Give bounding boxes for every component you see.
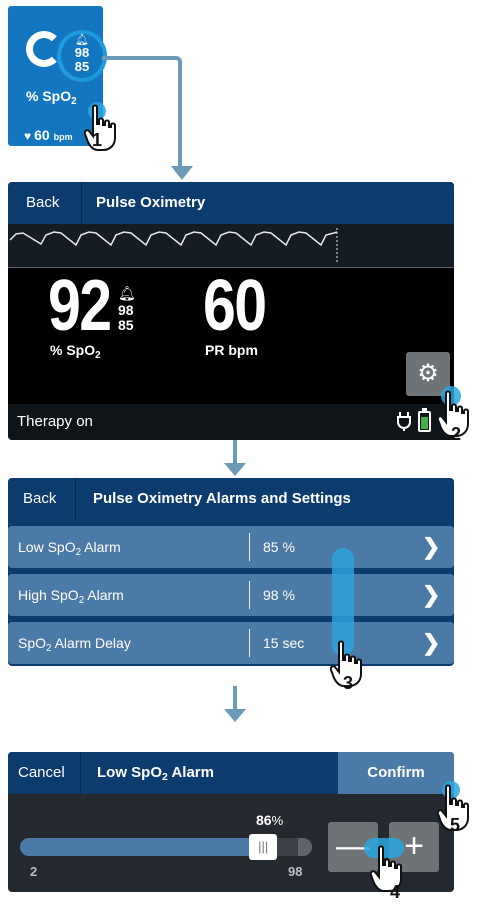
heart-icon: ♥ (24, 129, 32, 143)
battery-level-fill (421, 417, 428, 429)
flow-arrow (224, 686, 246, 722)
alarm-high-value: 98 (74, 45, 90, 60)
pulse-rate-value: 60 (34, 127, 50, 143)
page-title: Pulse Oximetry (96, 194, 206, 211)
page-title: Low SpO2 Alarm (97, 764, 214, 783)
pulse-rate-unit: bpm (53, 132, 73, 142)
bell-icon: 🔔︎ (118, 285, 136, 301)
waveform-trace (9, 228, 338, 264)
step-number: 1 (92, 130, 103, 150)
alarms-settings-screen: Back Pulse Oximetry Alarms and Settings … (8, 478, 454, 666)
page-title: Pulse Oximetry Alarms and Settings (93, 490, 351, 507)
header-divider (81, 182, 82, 224)
pulse-rate-unit: PR bpm (205, 342, 258, 358)
slider-thumb-handle[interactable]: ||| (249, 834, 278, 860)
row-divider (249, 581, 250, 609)
pulse-rate-value: 60 (203, 266, 267, 346)
alarm-low-value: 85 (74, 59, 90, 74)
flow-arrow-head (171, 166, 193, 180)
status-bar: Therapy on (8, 404, 454, 440)
row-value: 98 % (263, 587, 295, 603)
step-number: 4 (390, 882, 401, 902)
alarm-limits-badge: 🔔︎ 98 85 (57, 30, 107, 82)
pulse-rate-readout: ♥ 60 bpm (24, 127, 73, 143)
chevron-right-icon: ❯ (422, 582, 441, 607)
pleth-waveform (8, 224, 454, 268)
cancel-button[interactable]: Cancel (18, 752, 65, 794)
gear-icon: ⚙ (417, 360, 439, 387)
therapy-status: Therapy on (17, 413, 93, 430)
step-number: 2 (451, 424, 462, 444)
row-value: 15 sec (263, 635, 305, 651)
slider-value-label: 86% (256, 812, 284, 828)
slider-max-label: 98 (288, 864, 303, 879)
plug-icon (397, 412, 411, 431)
slider-min-label: 2 (30, 864, 38, 879)
alarm-high-value: 98 (118, 302, 134, 318)
settings-row-low-spo2-alarm[interactable]: Low SpO2 Alarm 85 % ❯ (8, 526, 454, 568)
spo2-unit-label: % SpO2 (50, 342, 101, 361)
screen-header: Back Pulse Oximetry Alarms and Settings (8, 478, 454, 520)
settings-row-spo2-alarm-delay[interactable]: SpO2 Alarm Delay 15 sec ❯ (8, 622, 454, 664)
pulse-oximetry-screen: Back Pulse Oximetry 92 🔔︎ 98 85 % SpO2 6… (8, 182, 454, 440)
chevron-right-icon: ❯ (422, 534, 441, 559)
row-label: High SpO2 Alarm (18, 587, 124, 606)
screen-header: Back Pulse Oximetry (8, 182, 454, 224)
slider-track-end (298, 838, 312, 856)
step-number: 5 (450, 815, 461, 835)
header-divider (80, 752, 81, 794)
settings-row-high-spo2-alarm[interactable]: High SpO2 Alarm 98 % ❯ (8, 574, 454, 616)
chevron-right-icon: ❯ (422, 630, 441, 655)
row-divider (249, 629, 250, 657)
battery-icon (418, 408, 431, 432)
alarm-low-value: 85 (118, 317, 134, 333)
row-label: SpO2 Alarm Delay (18, 635, 131, 654)
slider-fill (20, 838, 264, 856)
step-number: 3 (343, 673, 354, 693)
back-button[interactable]: Back (26, 182, 59, 224)
flow-arrow (224, 440, 246, 476)
header-divider (75, 478, 76, 520)
spo2-unit-label: % SpO2 (26, 88, 77, 107)
row-value: 85 % (263, 539, 295, 555)
back-button[interactable]: Back (23, 478, 56, 520)
row-divider (249, 533, 250, 561)
row-label: Low SpO2 Alarm (18, 539, 121, 558)
screen-header: Cancel Low SpO2 Alarm Confirm (8, 752, 454, 794)
spo2-value: 92 (48, 266, 112, 346)
